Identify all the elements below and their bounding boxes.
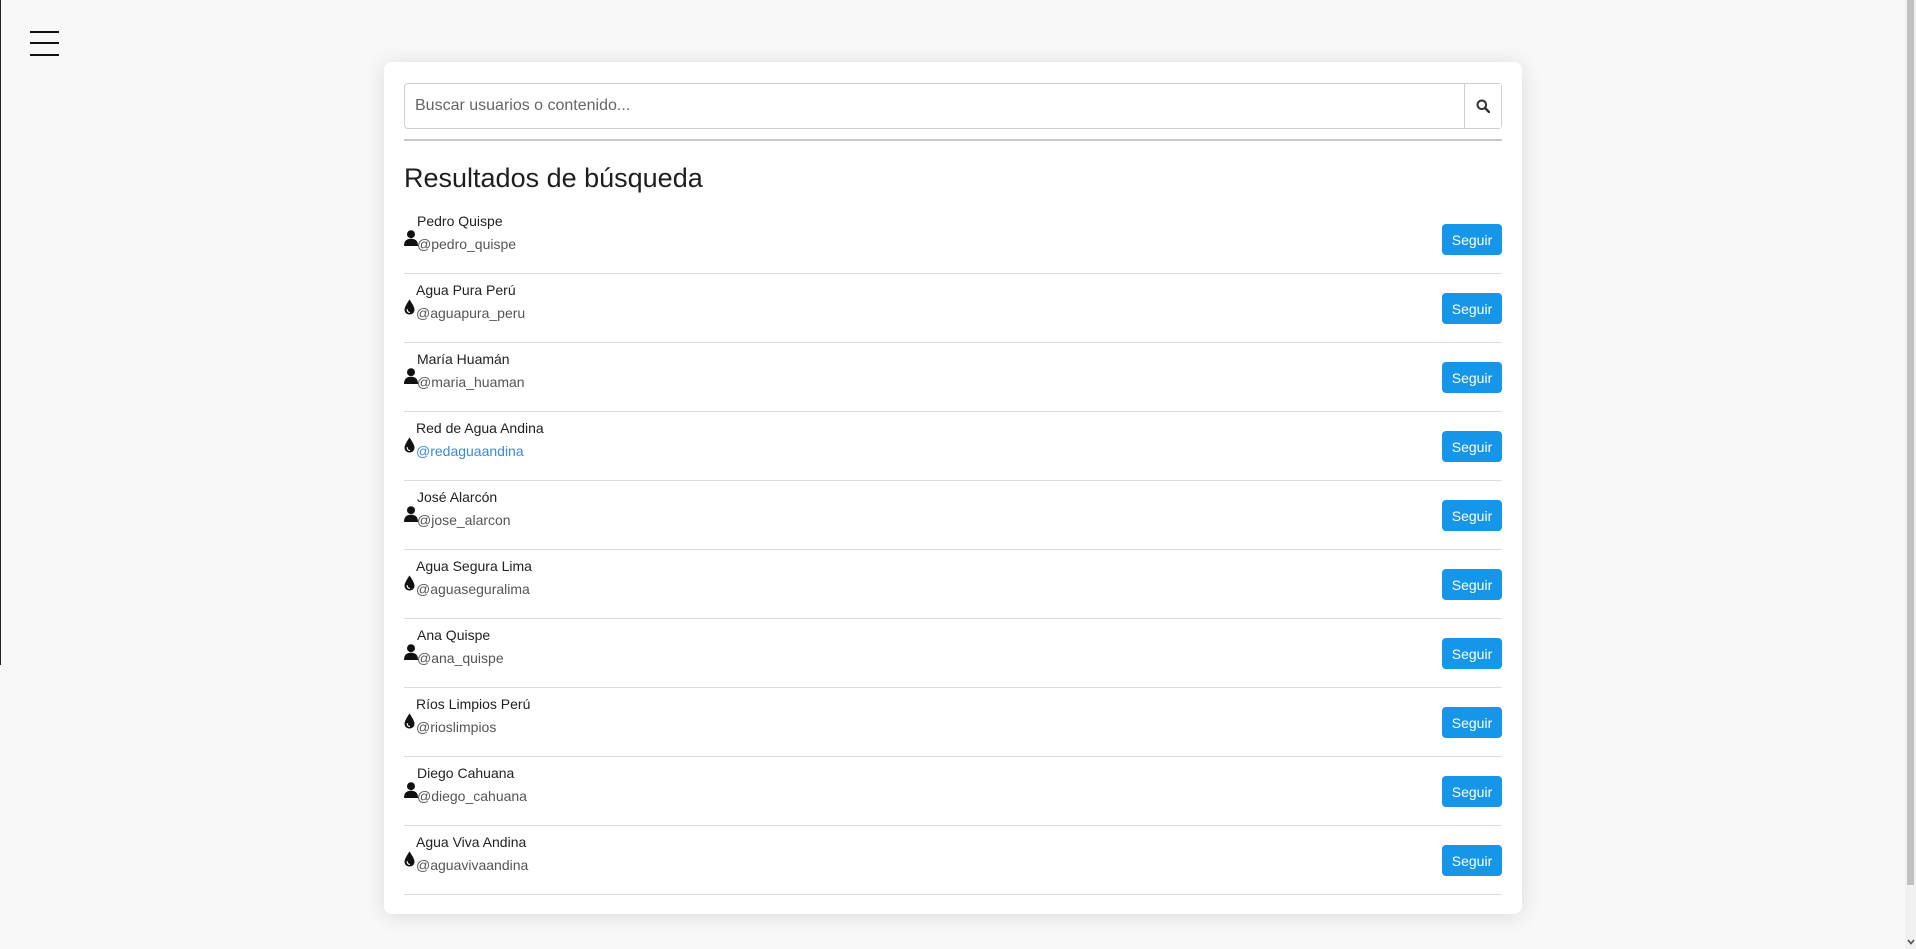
result-item[interactable]: Pedro Quispe @pedro_quispe Seguir xyxy=(404,205,1502,274)
result-handle[interactable]: @rioslimpios xyxy=(416,717,530,737)
result-item[interactable]: María Huamán @maria_huaman Seguir xyxy=(404,343,1502,412)
user-icon xyxy=(404,368,418,384)
search-button[interactable] xyxy=(1464,84,1501,128)
result-item-text: Agua Pura Perú @aguapura_peru xyxy=(416,280,525,323)
result-item-text: María Huamán @maria_huaman xyxy=(417,349,525,392)
results-list: Pedro Quispe @pedro_quispe Seguir Agua Pura… xyxy=(404,205,1502,895)
result-name[interactable]: Agua Viva Andina xyxy=(416,832,528,852)
result-item-text: Agua Viva Andina @aguavivaandina xyxy=(416,832,528,875)
result-item[interactable]: Agua Segura Lima @aguaseguralima Seguir xyxy=(404,550,1502,619)
scrollbar[interactable] xyxy=(1905,0,1916,949)
result-handle[interactable]: @pedro_quispe xyxy=(417,234,516,254)
result-name[interactable]: Ríos Limpios Perú xyxy=(416,694,530,714)
follow-button[interactable]: Seguir xyxy=(1442,569,1502,600)
result-name[interactable]: Diego Cahuana xyxy=(417,763,527,783)
follow-button[interactable]: Seguir xyxy=(1442,500,1502,531)
page-left-border xyxy=(0,0,1,665)
result-handle[interactable]: @redaguaandina xyxy=(416,441,544,461)
search-input[interactable] xyxy=(405,84,1464,128)
result-item-text: Diego Cahuana @diego_cahuana xyxy=(417,763,527,806)
user-icon xyxy=(404,506,418,522)
user-icon xyxy=(404,782,418,798)
result-handle[interactable]: @jose_alarcon xyxy=(417,510,511,530)
search-bar xyxy=(404,83,1502,129)
follow-button[interactable]: Seguir xyxy=(1442,845,1502,876)
user-icon xyxy=(404,230,418,246)
search-divider xyxy=(404,139,1502,141)
result-item[interactable]: Agua Pura Perú @aguapura_peru Seguir xyxy=(404,274,1502,343)
menu-icon-bar-top xyxy=(30,31,59,33)
chevron-down-icon xyxy=(1906,939,1915,945)
result-handle[interactable]: @aguavivaandina xyxy=(416,855,528,875)
scrollbar-thumb[interactable] xyxy=(1907,0,1914,885)
result-name[interactable]: José Alarcón xyxy=(417,487,511,507)
follow-button[interactable]: Seguir xyxy=(1442,638,1502,669)
result-name[interactable]: Agua Segura Lima xyxy=(416,556,532,576)
result-item-text: Agua Segura Lima @aguaseguralima xyxy=(416,556,532,599)
search-icon xyxy=(1476,99,1490,113)
scroll-down-arrow[interactable] xyxy=(1905,937,1916,947)
result-item-text: Ana Quispe @ana_quispe xyxy=(417,625,504,668)
search-panel: Resultados de búsqueda Pedro Quispe @pedr… xyxy=(384,62,1522,914)
follow-button[interactable]: Seguir xyxy=(1442,431,1502,462)
result-item[interactable]: José Alarcón @jose_alarcon Seguir xyxy=(404,481,1502,550)
follow-button[interactable]: Seguir xyxy=(1442,293,1502,324)
result-name[interactable]: María Huamán xyxy=(417,349,525,369)
follow-button[interactable]: Seguir xyxy=(1442,362,1502,393)
result-item[interactable]: Ana Quispe @ana_quispe Seguir xyxy=(404,619,1502,688)
result-item-text: Red de Agua Andina @redaguaandina xyxy=(416,418,544,461)
result-name[interactable]: Pedro Quispe xyxy=(417,211,516,231)
result-handle[interactable]: @aguapura_peru xyxy=(416,303,525,323)
result-item-text: Ríos Limpios Perú @rioslimpios xyxy=(416,694,530,737)
result-item-text: Pedro Quispe @pedro_quispe xyxy=(417,211,516,254)
result-name[interactable]: Ana Quispe xyxy=(417,625,504,645)
user-icon xyxy=(404,644,418,660)
result-handle[interactable]: @maria_huaman xyxy=(417,372,525,392)
result-name[interactable]: Red de Agua Andina xyxy=(416,418,544,438)
menu-icon-bar-bottom xyxy=(30,54,59,56)
follow-button[interactable]: Seguir xyxy=(1442,224,1502,255)
result-item[interactable]: Ríos Limpios Perú @rioslimpios Seguir xyxy=(404,688,1502,757)
result-handle[interactable]: @ana_quispe xyxy=(417,648,504,668)
result-item[interactable]: Agua Viva Andina @aguavivaandina Seguir xyxy=(404,826,1502,895)
menu-icon[interactable] xyxy=(30,30,59,57)
result-handle[interactable]: @aguaseguralima xyxy=(416,579,532,599)
result-name[interactable]: Agua Pura Perú xyxy=(416,280,525,300)
results-title: Resultados de búsqueda xyxy=(404,163,703,193)
result-handle[interactable]: @diego_cahuana xyxy=(417,786,527,806)
follow-button[interactable]: Seguir xyxy=(1442,776,1502,807)
result-item-text: José Alarcón @jose_alarcon xyxy=(417,487,511,530)
menu-icon-bar-middle xyxy=(30,42,59,44)
result-item[interactable]: Diego Cahuana @diego_cahuana Seguir xyxy=(404,757,1502,826)
follow-button[interactable]: Seguir xyxy=(1442,707,1502,738)
result-item[interactable]: Red de Agua Andina @redaguaandina Seguir xyxy=(404,412,1502,481)
